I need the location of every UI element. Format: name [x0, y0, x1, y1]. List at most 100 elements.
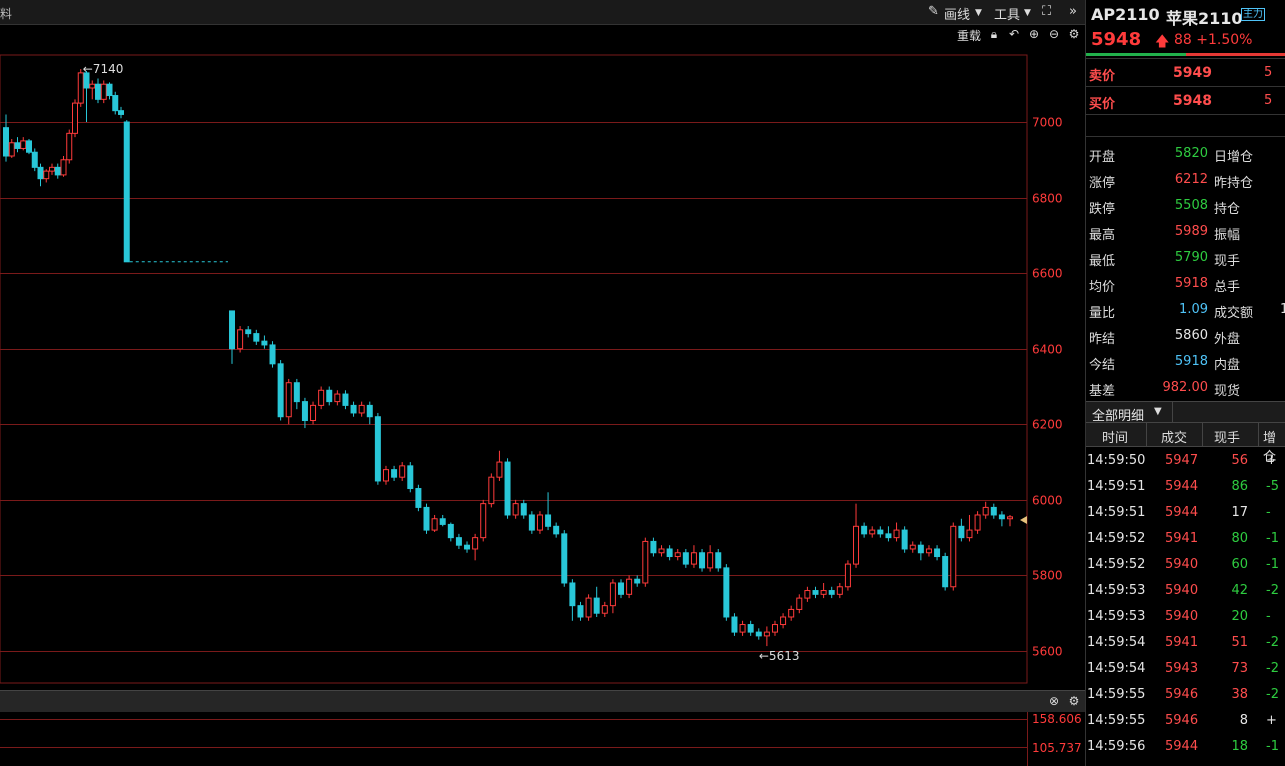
candle-body — [14, 142, 21, 149]
candle-body — [731, 616, 738, 633]
tick-row[interactable]: 14:59:52 5941 80 -1 — [1086, 525, 1285, 551]
tick-row[interactable]: 14:59:55 5946 38 -2 — [1086, 681, 1285, 707]
detail-tab-label[interactable]: 全部明细 — [1092, 405, 1144, 424]
candle-body — [366, 404, 373, 418]
contract-name: 苹果2110 — [1166, 9, 1243, 28]
candle-body — [885, 533, 892, 539]
tick-qty: 86 — [1231, 479, 1248, 494]
tick-row[interactable]: 14:59:51 5944 86 -5 — [1086, 473, 1285, 499]
stat-value: 5508 — [1174, 198, 1208, 213]
tick-time: 14:59:50 — [1087, 453, 1146, 468]
candle-body — [253, 333, 260, 342]
tick-list[interactable]: 14:59:50 5947 56 +14:59:51 5944 86 -5 14:59:51 5… — [1086, 447, 1285, 759]
candle-body — [350, 404, 357, 414]
stat-value: 5790 — [1174, 250, 1208, 265]
candle-body — [8, 142, 15, 157]
candle-body — [650, 540, 657, 554]
candle-body — [488, 476, 495, 505]
detail-tab[interactable]: 全部明细 ▼ — [1086, 401, 1285, 424]
candle-body — [504, 461, 511, 516]
y-tick-label: 7000 — [1032, 116, 1063, 130]
tick-qty: 60 — [1231, 557, 1248, 572]
bid-row[interactable]: 买价 5948 5 — [1086, 87, 1285, 115]
tick-price: 5947 — [1165, 453, 1199, 468]
zoom-out-icon[interactable]: ⊖ — [1047, 27, 1061, 41]
candle-body — [553, 525, 560, 535]
stat-row: 均价 5918 总手 — [1086, 271, 1285, 297]
tick-time: 14:59:55 — [1087, 713, 1146, 728]
candle-body — [723, 567, 730, 618]
tick-oi: -1 — [1266, 531, 1279, 546]
candle-body — [974, 514, 981, 531]
tick-row[interactable]: 14:59:54 5941 51 -2 — [1086, 629, 1285, 655]
candle-body — [528, 514, 535, 531]
candle-body — [520, 503, 527, 516]
tick-row[interactable]: 14:59:52 5940 60 -1 — [1086, 551, 1285, 577]
candle-body — [472, 537, 479, 550]
tick-row[interactable]: 14:59:53 5940 20 - — [1086, 603, 1285, 629]
stat-label: 最高 — [1089, 228, 1116, 243]
kline-chart-area[interactable]: 料 ✎ 画线 ▼ 工具 ▼ ⛶ » 重载 🔒︎ ↶ ⊕ ⊖ ⚙ 7000 6800… — [0, 0, 1085, 766]
stat-row: 涨停 6212 昨持仓 — [1086, 167, 1285, 193]
tick-qty: 80 — [1231, 531, 1248, 546]
quote-panel: AP2110 苹果2110 主力 5948 🡅 88 +1.50% 卖价 5949… — [1085, 0, 1285, 766]
candle-body — [245, 329, 252, 335]
chevron-down-icon[interactable]: ▼ — [1154, 406, 1162, 417]
candle-body — [358, 404, 365, 414]
candle-body — [909, 544, 916, 550]
tick-oi: + — [1266, 453, 1277, 468]
tick-row[interactable]: 14:59:53 5940 42 -2 — [1086, 577, 1285, 603]
tick-row[interactable]: 14:59:54 5943 73 -2 — [1086, 655, 1285, 681]
chevron-down-icon[interactable]: ▼ — [975, 8, 982, 18]
stat-label: 量比 — [1089, 306, 1116, 321]
y-tick-label: 5800 — [1032, 569, 1063, 583]
tick-time: 14:59:54 — [1087, 635, 1146, 650]
reload-button[interactable]: 重载 — [957, 27, 981, 44]
tick-oi: -1 — [1266, 739, 1279, 754]
lock-icon[interactable]: 🔒︎ — [987, 27, 1001, 41]
close-icon[interactable]: ⊗ — [1047, 694, 1061, 708]
candle-body — [917, 544, 924, 554]
tick-price: 5943 — [1165, 661, 1199, 676]
bid-ask-ratio-bar — [1086, 53, 1285, 56]
candle-body — [666, 548, 673, 558]
stat-row: 量比 1.09 成交额 1 — [1086, 297, 1285, 323]
candle-body — [763, 631, 770, 637]
tick-oi: -1 — [1266, 557, 1279, 572]
candle-body — [585, 597, 592, 618]
indicator-chart[interactable]: 158.606 105.737 — [0, 712, 1085, 766]
tick-row[interactable]: 14:59:50 5947 56 + — [1086, 447, 1285, 473]
expand-icon[interactable]: » — [1069, 4, 1077, 19]
candle-body — [618, 582, 624, 595]
tick-row[interactable]: 14:59:51 5944 17 - — [1086, 499, 1285, 525]
candle-body — [512, 503, 519, 516]
stat-value: 1.09 — [1179, 302, 1208, 317]
left-tab-label[interactable]: 料 — [0, 5, 12, 22]
stat-value-2: 1 — [1280, 302, 1285, 317]
candle-body — [26, 140, 32, 153]
orderbook-price: 5948 — [1173, 93, 1212, 109]
undo-icon[interactable]: ↶ — [1007, 27, 1021, 41]
candle-body — [123, 121, 130, 263]
candlestick-chart[interactable]: 7000 6800 6600 6400 6200 6000 5800 5600 ←7140 ←56… — [0, 45, 1085, 690]
tick-qty: 20 — [1231, 609, 1248, 624]
stat-label-2: 现货 — [1214, 384, 1241, 399]
chevron-down-icon[interactable]: ▼ — [1024, 8, 1031, 18]
stat-label: 今结 — [1089, 358, 1116, 373]
tools-button[interactable]: 工具 — [994, 4, 1020, 23]
chart-subtoolbar: 重载 🔒︎ ↶ ⊕ ⊖ ⚙ — [0, 25, 1085, 45]
stat-label: 基差 — [1089, 384, 1116, 399]
gear-icon[interactable]: ⚙ — [1067, 27, 1081, 41]
ask-row[interactable]: 卖价 5949 5 — [1086, 59, 1285, 87]
zoom-in-icon[interactable]: ⊕ — [1027, 27, 1041, 41]
stat-label-2: 持仓 — [1214, 202, 1241, 217]
pencil-icon[interactable]: ✎ — [928, 4, 939, 19]
draw-line-button[interactable]: 画线 — [944, 4, 970, 23]
candle-body — [112, 95, 119, 112]
candle-body — [545, 514, 552, 527]
gear-icon[interactable]: ⚙ — [1067, 694, 1081, 708]
y-tick-label: 6800 — [1032, 192, 1063, 206]
fullscreen-icon[interactable]: ⛶ — [1042, 4, 1051, 19]
tick-row[interactable]: 14:59:55 5946 8 + — [1086, 707, 1285, 733]
tick-row[interactable]: 14:59:56 5944 18 -1 — [1086, 733, 1285, 759]
